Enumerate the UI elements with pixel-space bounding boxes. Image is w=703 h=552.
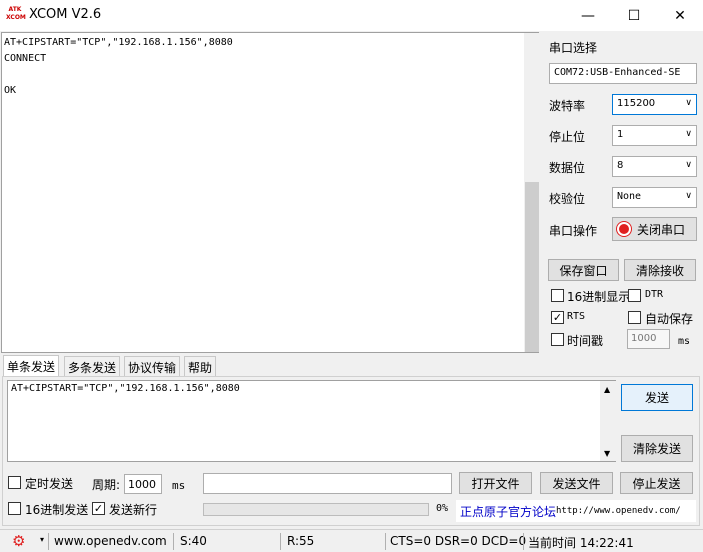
send-button[interactable]: 发送 — [621, 384, 693, 411]
timestamp-label: 时间戳 — [567, 334, 604, 348]
maximize-icon: ☐ — [627, 7, 641, 24]
period-unit: ms — [172, 479, 186, 492]
rts-checkbox[interactable]: ✓ — [551, 311, 564, 324]
forum-link[interactable]: 正点原子官方论坛 http://www.openedv.com/ — [456, 500, 696, 522]
parity-label: 校验位 — [549, 192, 586, 206]
title-bar: ATK XCOM XCOM V2.6 — ☐ ✕ — [0, 0, 703, 31]
status-line-signals: CTS=0 DSR=0 DCD=0 — [390, 534, 527, 548]
timestamp-checkbox[interactable] — [551, 333, 564, 346]
send-textarea[interactable]: AT+CIPSTART="TCP","192.168.1.156",8080 ▲… — [7, 380, 616, 462]
timestamp-interval-input[interactable]: 1000 — [627, 329, 670, 349]
close-port-button[interactable]: 关闭串口 — [612, 217, 697, 241]
data-bits-select[interactable]: 8 ∨ — [612, 156, 697, 177]
chevron-down-icon: ∨ — [685, 98, 692, 108]
period-label: 周期: — [92, 478, 121, 492]
auto-save-label: 自动保存 — [645, 312, 694, 326]
open-file-button[interactable]: 打开文件 — [459, 472, 532, 494]
rts-label: RTS — [567, 311, 586, 322]
save-window-label: 保存窗口 — [559, 263, 608, 278]
period-input[interactable]: 1000 — [124, 474, 162, 494]
timed-send-label: 定时发送 — [25, 477, 74, 491]
clear-receive-label: 清除接收 — [635, 263, 684, 278]
data-bits-value: 8 — [617, 160, 624, 171]
status-current-time: 当前时间 14:22:41 — [528, 536, 634, 550]
tab-multi-send[interactable]: 多条发送 — [64, 356, 121, 376]
send-progress-bar — [203, 503, 429, 516]
stop-bits-value: 1 — [617, 129, 624, 140]
send-newline-label: 发送新行 — [109, 503, 158, 517]
timed-send-checkbox[interactable] — [8, 476, 21, 489]
baud-value: 115200 — [617, 98, 656, 109]
port-select-label: 串口选择 — [549, 41, 598, 55]
chevron-down-icon: ∨ — [685, 160, 692, 170]
chevron-down-icon: ∨ — [685, 191, 692, 201]
stop-send-button[interactable]: 停止发送 — [620, 472, 693, 494]
send-file-button[interactable]: 发送文件 — [540, 472, 613, 494]
app-logo-icon: ATK XCOM — [6, 6, 26, 24]
scroll-down-icon[interactable]: ▼ — [604, 449, 610, 458]
tab-protocol[interactable]: 协议传输 — [124, 356, 181, 376]
checkmark-icon: ✓ — [93, 502, 104, 515]
dtr-label: DTR — [645, 289, 664, 300]
parity-select[interactable]: None ∨ — [612, 187, 697, 208]
status-site[interactable]: www.openedv.com — [54, 534, 167, 548]
status-sent-count: S:40 — [180, 534, 207, 548]
dtr-checkbox[interactable] — [628, 289, 641, 302]
port-operation-label: 串口操作 — [549, 224, 598, 238]
maximize-button[interactable]: ☐ — [611, 0, 657, 31]
baud-label: 波特率 — [549, 99, 586, 113]
stop-send-label: 停止发送 — [632, 476, 681, 491]
checkmark-icon: ✓ — [552, 311, 563, 324]
baud-select[interactable]: 115200 ∨ — [612, 94, 697, 115]
close-port-label: 关闭串口 — [637, 222, 686, 237]
logo-text-top: ATK — [8, 6, 22, 13]
receive-scrollbar-thumb[interactable] — [525, 182, 539, 352]
tab-help[interactable]: 帮助 — [184, 356, 217, 376]
send-file-label: 发送文件 — [552, 476, 601, 491]
port-select-value: COM72:USB-Enhanced-SE — [554, 67, 681, 78]
data-bits-label: 数据位 — [549, 161, 586, 175]
save-window-button[interactable]: 保存窗口 — [548, 259, 619, 281]
clear-receive-button[interactable]: 清除接收 — [624, 259, 696, 281]
clear-send-button[interactable]: 清除发送 — [621, 435, 693, 462]
send-scrollbar[interactable]: ▲ ▼ — [600, 381, 616, 461]
send-progress-text: 0% — [436, 503, 449, 514]
send-newline-checkbox[interactable]: ✓ — [92, 502, 105, 515]
file-path-input[interactable] — [203, 473, 452, 494]
chevron-down-icon[interactable]: ▾ — [40, 535, 44, 544]
window-title: XCOM V2.6 — [29, 7, 102, 22]
hex-send-label: 16进制发送 — [25, 503, 89, 517]
hex-send-checkbox[interactable] — [8, 502, 21, 515]
port-select[interactable]: COM72:USB-Enhanced-SE — [549, 63, 697, 84]
send-text: AT+CIPSTART="TCP","192.168.1.156",8080 — [11, 383, 240, 394]
clear-send-label: 清除发送 — [632, 442, 681, 456]
hex-display-label: 16进制显示 — [567, 290, 631, 304]
hex-display-checkbox[interactable] — [551, 289, 564, 302]
minimize-icon: — — [581, 7, 595, 24]
tab-single-send[interactable]: 单条发送 — [3, 355, 60, 377]
receive-text: AT+CIPSTART="TCP","192.168.1.156",8080 C… — [4, 37, 233, 96]
open-file-label: 打开文件 — [471, 476, 520, 491]
close-button[interactable]: ✕ — [657, 0, 703, 31]
parity-value: None — [617, 191, 642, 202]
receive-textarea[interactable]: AT+CIPSTART="TCP","192.168.1.156",8080 C… — [1, 32, 540, 353]
status-bar: ⚙ ▾ www.openedv.com S:40 R:55 CTS=0 DSR=… — [0, 529, 703, 552]
minimize-button[interactable]: — — [565, 0, 611, 31]
close-icon: ✕ — [674, 7, 686, 24]
forum-link-text: 正点原子官方论坛 — [460, 504, 557, 519]
send-label: 发送 — [644, 391, 669, 405]
status-received-count: R:55 — [287, 534, 315, 548]
timestamp-unit: ms — [678, 336, 691, 347]
logo-text-bottom: XCOM — [6, 14, 26, 21]
forum-url: http://www.openedv.com/ — [556, 506, 681, 516]
stop-bits-select[interactable]: 1 ∨ — [612, 125, 697, 146]
gear-icon[interactable]: ⚙ — [12, 533, 28, 549]
chevron-down-icon: ∨ — [685, 129, 692, 139]
port-status-icon — [617, 222, 631, 236]
scroll-up-icon[interactable]: ▲ — [604, 385, 610, 394]
stop-bits-label: 停止位 — [549, 130, 586, 144]
auto-save-checkbox[interactable] — [628, 311, 641, 324]
